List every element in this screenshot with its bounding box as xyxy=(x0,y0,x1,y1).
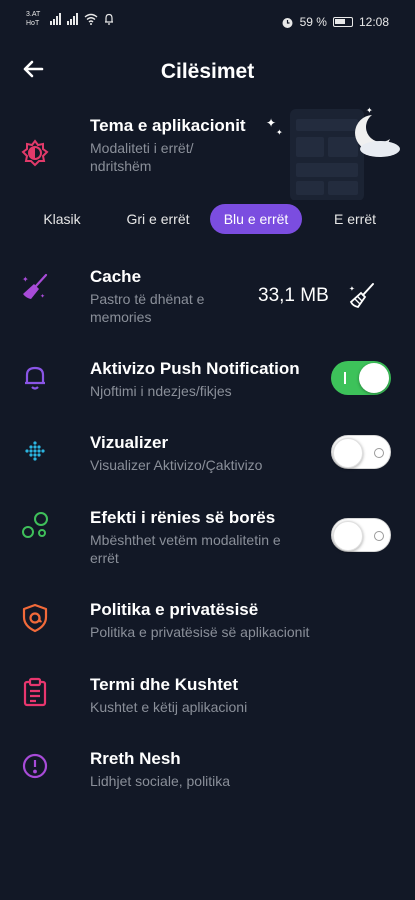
shield-icon xyxy=(20,603,50,633)
toggle-knob xyxy=(359,363,389,393)
status-right: 59 % 12:08 xyxy=(281,15,389,29)
top-bar: Cilësimet xyxy=(0,52,415,92)
svg-text:✦: ✦ xyxy=(366,106,373,115)
toggle-off-mark xyxy=(374,448,384,458)
theme-subtitle: Modaliteti i errët/ ndritshëm xyxy=(90,140,194,174)
signal-icon xyxy=(50,13,61,25)
svg-text:✦: ✦ xyxy=(40,293,45,300)
snow-icon xyxy=(20,510,50,540)
snow-setting: Efekti i rënies së borës Mbështhet vetëm… xyxy=(90,507,310,567)
toggle-knob xyxy=(333,438,363,468)
push-title: Aktivizo Push Notification xyxy=(90,359,300,378)
theme-illustration: ✦ ✦ ✦ xyxy=(266,106,400,200)
terms-subtitle: Kushtet e këtij aplikacioni xyxy=(90,699,248,715)
cache-size: 33,1 MB xyxy=(258,285,329,306)
signal-icon-2 xyxy=(67,13,78,25)
terms-setting[interactable]: Termi dhe Kushtet Kushtet e këtij aplika… xyxy=(90,674,320,716)
info-alert-icon xyxy=(20,751,50,781)
bell-icon xyxy=(20,362,50,392)
cache-icon: ✦ ✦ xyxy=(20,272,50,302)
svg-text:✦: ✦ xyxy=(266,116,276,130)
toggle-on-mark xyxy=(344,372,346,384)
clear-cache-icon[interactable]: ✦ xyxy=(348,282,376,310)
theme-icon xyxy=(20,138,50,168)
cache-subtitle: Pastro të dhënat e memories xyxy=(90,291,205,325)
visualizer-icon xyxy=(20,436,50,466)
visualizer-setting: Vizualizer Visualizer Aktivizo/Çaktivizo xyxy=(90,432,320,474)
toggle-knob xyxy=(333,521,363,551)
cache-setting[interactable]: Cache Pastro të dhënat e memories xyxy=(90,266,250,326)
cache-title: Cache xyxy=(90,267,142,286)
svg-text:✦: ✦ xyxy=(22,275,29,284)
battery-icon xyxy=(332,17,353,27)
privacy-setting[interactable]: Politika e privatësisë Politika e privat… xyxy=(90,599,360,641)
snow-subtitle: Mbështhet vetëm modalitetin e errët xyxy=(90,532,281,566)
theme-segmented-control: Klasik Gri e errët Blu e errët E errët xyxy=(24,204,394,234)
page-title: Cilësimet xyxy=(160,60,255,83)
svg-text:✦: ✦ xyxy=(276,128,283,137)
theme-option-klasik[interactable]: Klasik xyxy=(24,204,100,234)
battery-percent: 59 % xyxy=(299,15,327,29)
visualizer-subtitle: Visualizer Aktivizo/Çaktivizo xyxy=(90,457,263,473)
wifi-icon xyxy=(84,13,98,25)
alarm-icon xyxy=(282,17,293,28)
svg-text:✦: ✦ xyxy=(349,285,355,293)
visualizer-title: Vizualizer xyxy=(90,433,169,452)
clock: 12:08 xyxy=(358,15,389,29)
status-bar: 3.AT HoT 59 % 12:08 xyxy=(0,0,415,48)
theme-option-gri[interactable]: Gri e errët xyxy=(116,204,200,234)
about-title: Rreth Nesh xyxy=(90,749,181,768)
push-subtitle: Njoftimi i ndezjes/fikjes xyxy=(90,383,232,399)
theme-setting: Tema e aplikacionit Modaliteti i errët/ … xyxy=(90,115,250,175)
about-subtitle: Lidhjet sociale, politika xyxy=(90,773,231,789)
toggle-off-mark xyxy=(374,531,384,541)
push-setting: Aktivizo Push Notification Njoftimi i nd… xyxy=(90,358,320,400)
about-setting[interactable]: Rreth Nesh Lidhjet sociale, politika xyxy=(90,748,320,790)
theme-option-blu[interactable]: Blu e errët xyxy=(210,204,302,234)
snow-title: Efekti i rënies së borës xyxy=(90,508,276,527)
snow-toggle[interactable] xyxy=(331,518,391,552)
clipboard-icon xyxy=(20,677,50,707)
notification-icon xyxy=(105,13,113,25)
status-left: 3.AT HoT xyxy=(26,10,114,28)
privacy-subtitle: Politika e privatësisë së aplikacionit xyxy=(90,624,310,640)
carrier-label: 3.AT HoT xyxy=(26,11,41,27)
theme-title: Tema e aplikacionit xyxy=(90,116,246,135)
privacy-title: Politika e privatësisë xyxy=(90,600,259,619)
visualizer-toggle[interactable] xyxy=(331,435,391,469)
theme-option-erret[interactable]: E errët xyxy=(316,204,394,234)
push-toggle[interactable] xyxy=(331,361,391,395)
terms-title: Termi dhe Kushtet xyxy=(90,675,238,694)
